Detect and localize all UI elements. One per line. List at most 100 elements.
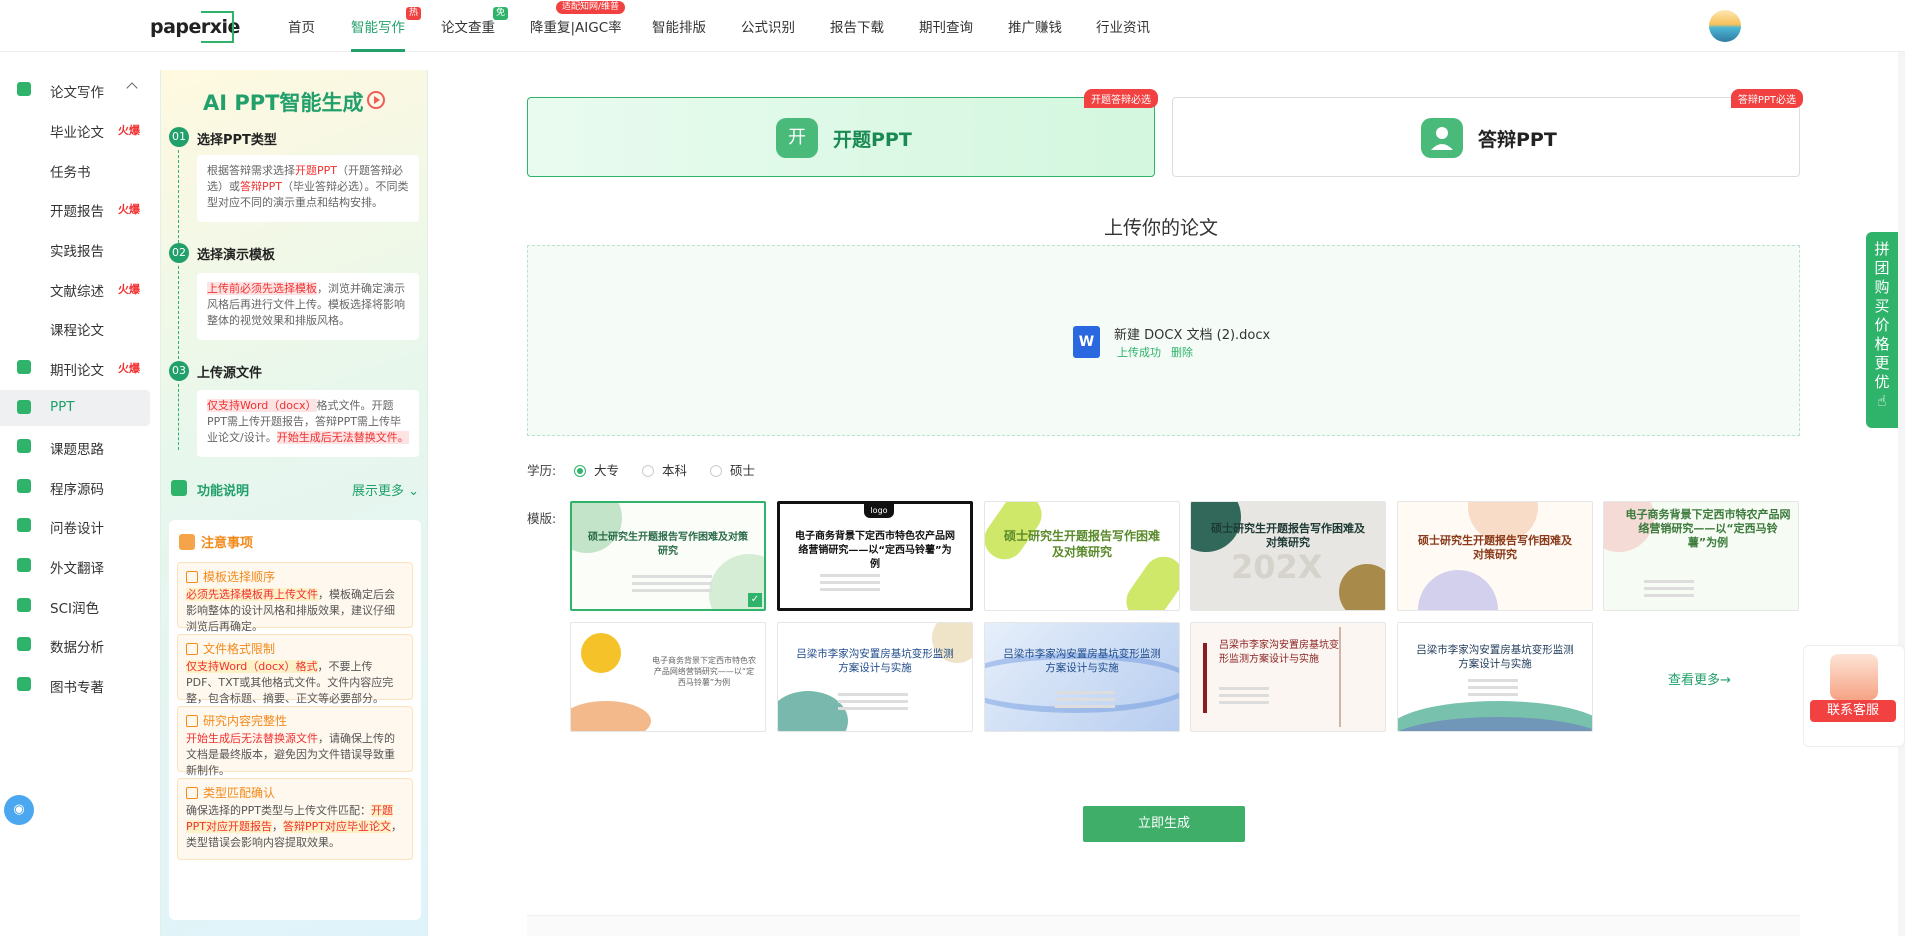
nav-plagiarism-check[interactable]: 论文查重免 <box>441 7 509 36</box>
ppt-type-defense[interactable]: 答辩PPT 答辩PPT必选 <box>1172 89 1803 177</box>
nav-formula-recognition[interactable]: 公式识别 <box>741 16 795 36</box>
notice-card-title: 类型匹配确认 <box>186 785 404 801</box>
step-title: 选择演示模板 <box>197 248 276 263</box>
template-title: 硕士研究生开题报告写作困难及对策研究 <box>1211 522 1365 549</box>
sidebar-item-source-code[interactable]: 程序源码 <box>0 469 150 505</box>
sidebar-item-practice-report[interactable]: 实践报告 <box>0 231 150 267</box>
sidebar-item-proposal-report[interactable]: 开题报告 火爆 <box>0 191 150 227</box>
selected-check-icon: ✓ <box>748 593 762 607</box>
template-card[interactable]: 电子商务背景下定西市特农产品网络营销研究——以“定西马铃薯”为例 <box>1603 501 1799 611</box>
nav-label: 论文查重 <box>441 20 495 36</box>
radio-label: 大专 <box>594 463 620 478</box>
function-description-row: 功能说明 展示更多 ⌄ <box>171 478 419 499</box>
nav-reduce-aigc[interactable]: 降重复|AIGC率 适配知网/维普 <box>530 1 626 36</box>
radio-label: 硕士 <box>730 463 756 478</box>
notice-card: 类型匹配确认 确保选择的PPT类型与上传文件匹配：开题PPT对应开题报告，答辩P… <box>177 778 413 860</box>
radio-associate[interactable]: 大专 <box>574 460 619 479</box>
chat-icon[interactable]: ◉ <box>4 795 34 825</box>
template-card[interactable]: 202X 硕士研究生开题报告写作困难及对策研究 <box>1190 501 1386 611</box>
defense-ppt-icon <box>1421 118 1463 158</box>
radio-bachelor[interactable]: 本科 <box>642 460 687 479</box>
group-buy-tab[interactable]: 拼 团 购 买 价 格 更 优 ☝ <box>1866 232 1898 428</box>
template-card[interactable]: 硕士研究生开题报告写作困难及对策研究 ✓ <box>570 501 766 611</box>
view-more-templates-link[interactable]: 查看更多→ <box>1668 669 1731 688</box>
step-number: 02 <box>169 243 189 263</box>
paperxie-logo[interactable]: paperxie <box>148 8 240 44</box>
bottom-section-edge <box>527 915 1800 936</box>
template-decoration <box>1339 627 1379 727</box>
nav-smart-writing[interactable]: 智能写作热 <box>351 7 422 52</box>
notice-card: 模板选择顺序 必须先选择模板再上传文件，模板确定后会影响整体的设计风格和排版效果… <box>177 562 413 633</box>
template-card[interactable]: 硕士研究生开题报告写作困难及对策研究 <box>984 501 1180 611</box>
notice-card-title-text: 文件格式限制 <box>203 642 276 656</box>
sidebar-item-task-book[interactable]: 任务书 <box>0 152 150 188</box>
template-card[interactable]: 吕梁市李家沟安置房基坑变形监测方案设计与实施 <box>777 622 973 732</box>
sidebar-item-label: 文献综述 <box>50 284 104 300</box>
notice-box: 注意事项 模板选择顺序 必须先选择模板再上传文件，模板确定后会影响整体的设计风格… <box>169 520 421 920</box>
template-title: 硕士研究生开题报告写作困难及对策研究 <box>588 532 748 557</box>
customer-service-widget[interactable]: 联系客服 <box>1803 645 1905 747</box>
step-divider <box>178 150 179 258</box>
hot-badge: 热 <box>406 7 422 20</box>
step-number: 03 <box>169 361 189 381</box>
hot-tag: 火爆 <box>118 283 140 296</box>
nav-label: 推广赚钱 <box>1008 20 1062 36</box>
chevron-down-icon: ⌄ <box>408 484 419 499</box>
template-decoration <box>571 701 651 731</box>
sidebar-item-thesis-writing[interactable]: 论文写作 <box>0 72 150 108</box>
user-avatar[interactable] <box>1709 10 1741 42</box>
nav-smart-layout[interactable]: 智能排版 <box>652 16 706 36</box>
nav-affiliate[interactable]: 推广赚钱 <box>1008 16 1062 36</box>
step-title: 上传源文件 <box>197 366 263 381</box>
group-buy-char: 价 <box>1874 316 1890 334</box>
sidebar-item-label: 论文写作 <box>50 85 104 101</box>
step-highlight: 上传前必须先选择模板 <box>207 282 317 295</box>
template-card[interactable]: 硕士研究生开题报告写作困难及对策研究 <box>1397 501 1593 611</box>
radio-master[interactable]: 硕士 <box>710 460 755 479</box>
template-card[interactable]: 吕梁市李家沟安置房基坑变形监测方案设计与实施 <box>1397 622 1593 732</box>
sidebar-item-ppt[interactable]: PPT <box>0 390 150 426</box>
sidebar-item-label: 任务书 <box>50 165 91 181</box>
page-scrollbar[interactable] <box>1898 52 1905 936</box>
sidebar-item-literature-review[interactable]: 文献综述 火爆 <box>0 271 150 307</box>
notice-title-text: 注意事项 <box>201 536 254 551</box>
ppt-type-proposal[interactable]: 开 开题PPT 开题答辩必选 <box>527 89 1158 177</box>
group-buy-char: 格 <box>1874 335 1890 353</box>
template-title: 吕梁市李家沟安置房基坑变形监测方案设计与实施 <box>1219 640 1339 665</box>
sidebar-item-course-paper[interactable]: 课程论文 <box>0 310 150 346</box>
sidebar-item-data-analysis[interactable]: 数据分析 <box>0 627 150 663</box>
nav-industry-news[interactable]: 行业资讯 <box>1096 16 1150 36</box>
nav-report-download[interactable]: 报告下载 <box>830 16 884 36</box>
nav-journal-query[interactable]: 期刊查询 <box>919 16 973 36</box>
template-card[interactable]: 电子商务背景下定西市特色农产品网络营销研究——以“定西马铃薯”为例 <box>570 622 766 732</box>
play-icon[interactable] <box>367 91 385 109</box>
sidebar-item-topic-ideas[interactable]: 课题思路 <box>0 429 150 465</box>
template-title: 电子商务背景下定西市特色农产品网络营销研究——以“定西马铃薯”为例 <box>652 656 756 687</box>
template-card[interactable]: logo 电子商务背景下定西市特色农产品网络营销研究——以“定西马铃薯”为例 <box>777 501 973 611</box>
sidebar-item-journal-paper[interactable]: 期刊论文 火爆 <box>0 350 150 386</box>
generate-button[interactable]: 立即生成 <box>1083 806 1245 842</box>
nav-home[interactable]: 首页 <box>288 16 315 36</box>
sidebar-item-graduation-thesis[interactable]: 毕业论文 火爆 <box>0 112 150 148</box>
template-card[interactable]: 吕梁市李家沟安置房基坑变形监测方案设计与实施 <box>1190 622 1386 732</box>
nav-label: 行业资讯 <box>1096 20 1150 36</box>
sidebar-item-label: 课程论文 <box>50 323 104 339</box>
notice-card-title-text: 模板选择顺序 <box>203 570 276 584</box>
sidebar-item-label: 期刊论文 <box>50 363 104 379</box>
radio-dot <box>574 465 586 477</box>
sidebar-item-label: 毕业论文 <box>50 125 104 141</box>
upload-dropzone[interactable]: W 新建 DOCX 文档 (2).docx 上传成功 删除 <box>527 245 1800 436</box>
sidebar-item-label: 实践报告 <box>50 244 104 260</box>
show-more-button[interactable]: 展示更多 ⌄ <box>352 480 419 499</box>
show-more-label: 展示更多 <box>351 484 404 499</box>
step-highlight: 仅支持Word（docx） <box>207 399 317 412</box>
group-buy-char: 买 <box>1874 297 1890 315</box>
logo-mark: logo <box>864 504 894 518</box>
sidebar-item-sci-polish[interactable]: SCI润色 <box>0 588 150 624</box>
sidebar-item-questionnaire[interactable]: 问卷设计 <box>0 508 150 544</box>
sidebar-item-book-monograph[interactable]: 图书专著 <box>0 667 150 703</box>
delete-file-button[interactable]: 删除 <box>1171 344 1193 360</box>
sidebar-item-label: 图书专著 <box>50 680 104 696</box>
sidebar-item-translation[interactable]: 外文翻译 <box>0 548 150 584</box>
template-card[interactable]: 吕梁市李家沟安置房基坑变形监测方案设计与实施 <box>984 622 1180 732</box>
